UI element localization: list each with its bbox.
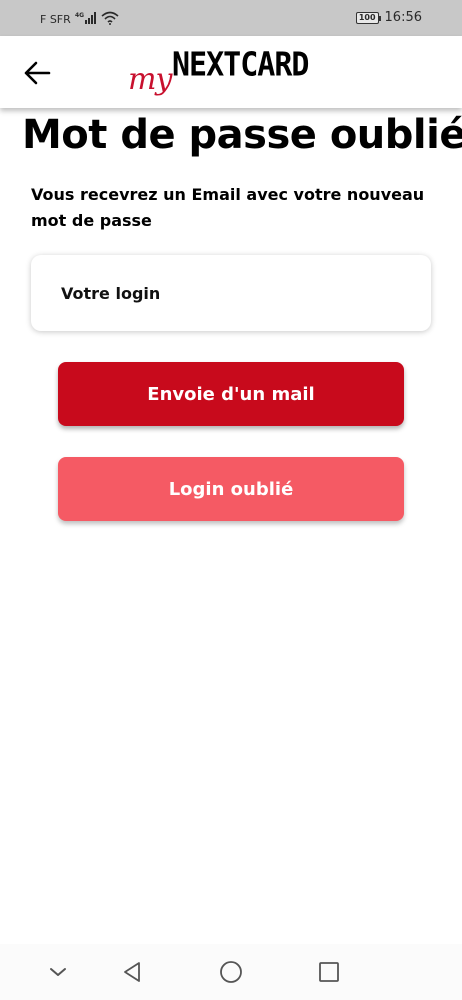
system-nav-bar (0, 944, 462, 1000)
network-label: 4G (75, 12, 84, 19)
battery-icon: 100 (355, 11, 381, 24)
nav-back-button[interactable] (118, 958, 146, 986)
carrier-label: F SFR (40, 13, 71, 26)
arrow-left-icon (24, 61, 51, 85)
status-left: F SFR 4G (40, 11, 119, 28)
battery-level: 100 (358, 12, 376, 22)
send-mail-label: Envoie d'un mail (147, 383, 315, 405)
login-input[interactable] (61, 279, 401, 307)
status-right: 100 16:56 (355, 10, 422, 25)
logo-brand: NEXTCARD (172, 46, 309, 85)
page-subtitle: Vous recevrez un Email avec votre nouvea… (31, 185, 425, 230)
login-field-card[interactable] (31, 255, 431, 331)
page-title: Mot de passe oublié (22, 112, 462, 158)
logo-my: my (128, 62, 172, 97)
nav-recents-button[interactable] (315, 958, 343, 986)
mynextcard-logo: my NEXTCARD (128, 44, 338, 102)
recents-square-icon (319, 962, 339, 982)
back-button[interactable] (22, 58, 52, 88)
forgot-login-button[interactable]: Login oublié (58, 457, 404, 521)
signal-icon: 4G (75, 12, 97, 27)
status-bar: F SFR 4G 100 16:56 (0, 0, 462, 36)
forgot-login-label: Login oublié (168, 478, 294, 500)
nav-hide-button[interactable] (44, 958, 72, 986)
wifi-icon (101, 11, 119, 28)
send-mail-button[interactable]: Envoie d'un mail (58, 362, 404, 426)
back-triangle-icon (124, 962, 140, 982)
app-header: my NEXTCARD (0, 36, 462, 108)
home-circle-icon (220, 961, 242, 983)
nav-home-button[interactable] (217, 958, 245, 986)
chevron-down-icon (50, 968, 66, 976)
clock: 16:56 (384, 10, 422, 25)
